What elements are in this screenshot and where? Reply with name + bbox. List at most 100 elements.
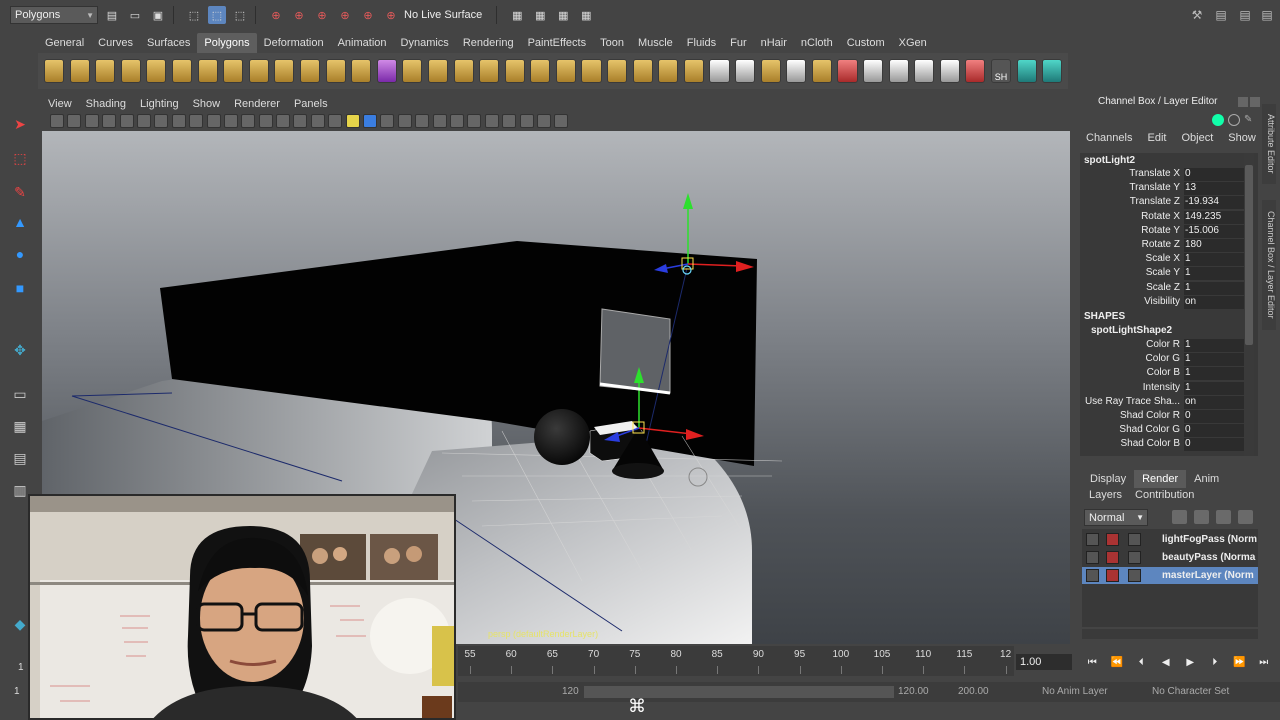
single-pane-layout-icon[interactable]: ▭	[8, 382, 32, 406]
shelf-tool-icon[interactable]	[888, 59, 909, 83]
character-set-label[interactable]: No Character Set	[1152, 686, 1229, 697]
viewport-toolbar-icon[interactable]	[484, 114, 499, 128]
step-forward-key-icon[interactable]: ⏩	[1227, 654, 1252, 670]
tool-settings-toggle-icon[interactable]: ▤	[1236, 6, 1254, 24]
shelf-tab-fur[interactable]: Fur	[723, 33, 754, 53]
channel-box-pin-icon[interactable]: ✎	[1244, 114, 1256, 126]
shelf-tool-icon[interactable]	[683, 59, 704, 83]
channel-row[interactable]: Translate Z -19.934	[1080, 196, 1250, 210]
shelf-tool-icon[interactable]	[863, 59, 884, 83]
attribute-editor-toggle-icon[interactable]: ▤	[1212, 6, 1230, 24]
render-view-icon[interactable]: ▦	[508, 6, 526, 24]
renderable-toggle-icon[interactable]	[1086, 533, 1099, 546]
shelf-tool-icon[interactable]	[402, 59, 423, 83]
shelf-tool-icon[interactable]	[786, 59, 807, 83]
shelf-tab-xgen[interactable]: XGen	[892, 33, 934, 53]
channel-value-field[interactable]: 180	[1184, 239, 1250, 252]
layer-menu-contribution[interactable]: Contribution	[1128, 489, 1200, 501]
channel-box-menu-edit[interactable]: Edit	[1141, 132, 1175, 148]
viewport-toolbar-icon[interactable]	[310, 114, 325, 128]
viewport-toolbar-icon[interactable]	[554, 114, 569, 128]
snap-view-plane-icon[interactable]: ⊕	[336, 6, 354, 24]
rotate-tool-icon[interactable]: ●	[8, 242, 32, 266]
layer-attributes-icon[interactable]	[1238, 510, 1253, 524]
viewport-toolbar-icon[interactable]	[84, 114, 99, 128]
viewport-toolbar-icon[interactable]	[432, 114, 447, 128]
shelf-tool-icon[interactable]	[427, 59, 448, 83]
modeling-toolkit-icon[interactable]: ⚒	[1188, 6, 1206, 24]
layer-tab-render[interactable]: Render	[1134, 470, 1187, 488]
shelf-tool-icon[interactable]	[555, 59, 576, 83]
viewport-menu-view[interactable]: View	[42, 98, 80, 110]
shelf-tab-ncloth[interactable]: nCloth	[794, 33, 840, 53]
channel-value-field[interactable]: 1	[1184, 367, 1250, 381]
viewport-toolbar-icon[interactable]	[380, 114, 395, 128]
shelf-tool-icon[interactable]	[1042, 59, 1063, 83]
channel-box-shape-name[interactable]: spotLightShape2	[1091, 325, 1172, 336]
channel-row[interactable]: Rotate X 149.235	[1080, 210, 1250, 225]
go-to-start-icon[interactable]: ⏮	[1080, 654, 1105, 670]
new-layer-icon[interactable]	[1194, 510, 1209, 524]
channel-value-field[interactable]: 1	[1184, 381, 1250, 395]
viewport-menu-lighting[interactable]: Lighting	[134, 98, 187, 110]
shelf-tab-muscle[interactable]: Muscle	[631, 33, 680, 53]
shelf-tool-icon[interactable]	[453, 59, 474, 83]
show-manipulator-icon[interactable]: ✥	[8, 338, 32, 362]
channel-box-menu-object[interactable]: Object	[1175, 132, 1222, 148]
anim-layer-label[interactable]: No Anim Layer	[1042, 686, 1108, 697]
viewport-menu-panels[interactable]: Panels	[288, 98, 336, 110]
shelf-tool-icon[interactable]	[504, 59, 525, 83]
shelf-tool-icon[interactable]	[248, 59, 269, 83]
viewport-toolbar-icon[interactable]	[345, 114, 360, 128]
render-layer-row[interactable]: masterLayer (Norm	[1082, 567, 1258, 584]
float-panel-icon[interactable]	[1238, 97, 1248, 107]
channel-row[interactable]: Shad Color B 0	[1080, 438, 1250, 452]
range-start-field[interactable]: 120	[562, 686, 579, 697]
channel-value-field[interactable]: -19.934	[1184, 196, 1250, 210]
viewport-toolbar-icon[interactable]	[223, 114, 238, 128]
shelf-tool-icon[interactable]	[95, 59, 116, 83]
shelf-tab-dynamics[interactable]: Dynamics	[394, 33, 456, 53]
channel-value-field[interactable]: 149.235	[1184, 210, 1250, 224]
render-layer-row[interactable]: beautyPass (Norma	[1082, 549, 1258, 566]
channel-row[interactable]: Rotate Z 180	[1080, 239, 1250, 253]
range-max-field[interactable]: 200.00	[958, 686, 989, 697]
shelf-tool-icon[interactable]	[760, 59, 781, 83]
shelf-tool-icon[interactable]	[325, 59, 346, 83]
channel-value-field[interactable]: 1	[1184, 353, 1250, 367]
shelf-tool-icon[interactable]	[914, 59, 935, 83]
channel-row[interactable]: Visibility on	[1080, 295, 1250, 310]
channel-value-field[interactable]: 0	[1184, 438, 1250, 452]
channel-row[interactable]: Shad Color R 0	[1080, 410, 1250, 424]
viewport-toolbar-icon[interactable]	[154, 114, 169, 128]
channel-value-field[interactable]: 1	[1184, 281, 1250, 295]
channel-box-settings-icon[interactable]	[1228, 114, 1240, 126]
save-scene-icon[interactable]: ▣	[149, 6, 167, 24]
shelf-tool-icon[interactable]	[632, 59, 653, 83]
four-pane-layout-icon[interactable]: ▦	[8, 414, 32, 438]
shelf-tool-icon[interactable]	[1016, 59, 1037, 83]
recycle-toggle-icon[interactable]	[1106, 533, 1119, 546]
shelf-tab-deformation[interactable]: Deformation	[257, 33, 331, 53]
render-settings-icon[interactable]	[1128, 551, 1141, 564]
shelf-tool-icon[interactable]	[197, 59, 218, 83]
renderable-toggle-icon[interactable]	[1086, 569, 1099, 582]
viewport-toolbar-icon[interactable]	[276, 114, 291, 128]
channel-row[interactable]: Intensity 1	[1080, 381, 1250, 396]
shelf-tool-icon[interactable]	[171, 59, 193, 83]
channel-row[interactable]: Scale Y 1	[1080, 267, 1250, 281]
shelf-tab-polygons[interactable]: Polygons	[197, 33, 257, 53]
viewport-menu-show[interactable]: Show	[187, 98, 229, 110]
attribute-editor-side-tab[interactable]: Attribute Editor	[1262, 104, 1276, 184]
channel-box-object-name[interactable]: spotLight2	[1084, 155, 1135, 166]
channel-value-field[interactable]: 1	[1184, 267, 1250, 281]
render-settings-icon[interactable]	[1128, 533, 1141, 546]
snap-grid-icon[interactable]: ⊕	[267, 6, 285, 24]
viewport-toolbar-icon[interactable]	[328, 114, 343, 128]
viewport-toolbar-icon[interactable]	[206, 114, 221, 128]
render-settings-icon[interactable]: ▦	[577, 6, 595, 24]
viewport-toolbar-icon[interactable]	[258, 114, 273, 128]
paint-select-tool-icon[interactable]: ✎	[8, 180, 32, 204]
open-scene-icon[interactable]: ▭	[126, 6, 144, 24]
shelf-tab-custom[interactable]: Custom	[840, 33, 892, 53]
